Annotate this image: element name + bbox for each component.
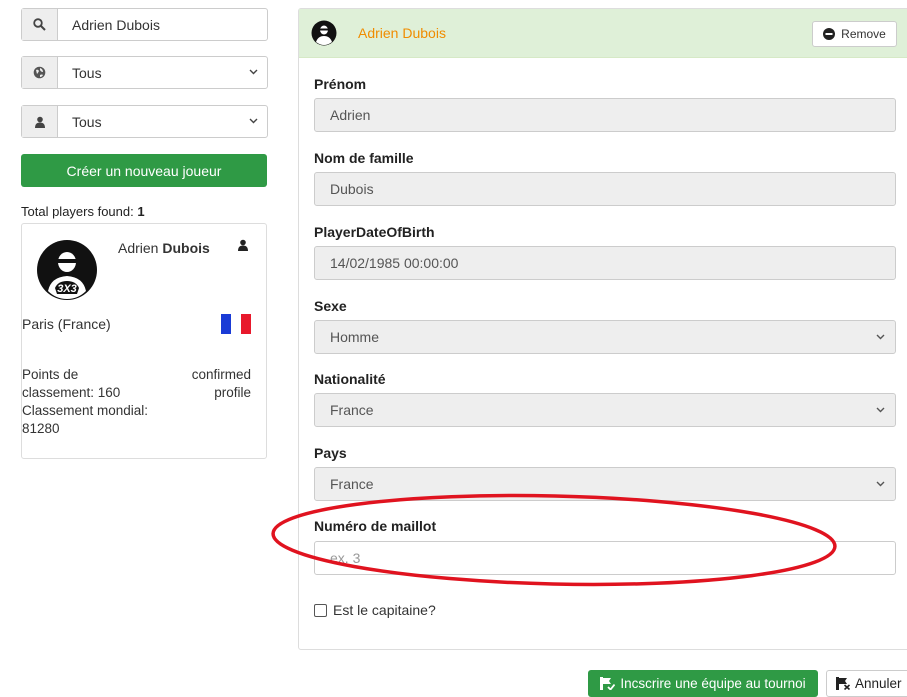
avatar (311, 20, 337, 46)
sex-label: Sexe (314, 298, 347, 314)
cancel-label: Annuler (855, 676, 902, 691)
cancel-icon (836, 677, 851, 690)
last-name-label: Nom de famille (314, 150, 414, 166)
create-player-button[interactable]: Créer un nouveau joueur (21, 154, 267, 187)
captain-label: Est le capitaine? (333, 602, 436, 618)
chevron-down-icon (876, 407, 885, 413)
register-team-button[interactable]: Incscrire une équipe au tournoi (588, 670, 818, 697)
minus-circle-icon (823, 28, 836, 40)
player-ranking: Classement mondial: 81280 (22, 403, 149, 436)
search-icon (22, 9, 58, 40)
nationality-select[interactable]: France (314, 393, 896, 427)
chevron-down-icon (876, 334, 885, 340)
chevron-down-icon (249, 69, 258, 75)
remove-label: Remove (841, 27, 886, 41)
player-card-first-name: Adrien (118, 240, 159, 256)
results-label: Total players found: (21, 204, 134, 219)
sex-select[interactable]: Homme (314, 320, 896, 354)
dob-label: PlayerDateOfBirth (314, 224, 435, 240)
country-select-value: Tous (72, 64, 102, 81)
captain-checkbox[interactable] (314, 603, 327, 617)
cancel-button[interactable]: Annuler (826, 670, 907, 697)
panel-player-name: Adrien Dubois (358, 25, 446, 41)
gender-filter[interactable]: Tous (21, 105, 268, 138)
dob-input[interactable]: 14/02/1985 00:00:00 (314, 246, 896, 280)
globe-icon (22, 57, 58, 88)
first-name-value: Adrien (330, 107, 371, 123)
player-points: Points de classement: 160 (22, 367, 121, 400)
results-count: Total players found: 1 (21, 204, 145, 219)
chevron-down-icon (249, 118, 258, 124)
player-location: Paris (France) (22, 316, 111, 332)
remove-button[interactable]: Remove (812, 21, 897, 47)
first-name-label: Prénom (314, 76, 367, 92)
annotation-ellipse (271, 493, 837, 587)
chevron-down-icon (876, 481, 885, 487)
panel-header: Adrien Dubois Remove (299, 9, 907, 58)
sex-value: Homme (330, 329, 380, 345)
profile-status: confirmed profile (191, 367, 251, 400)
country-select[interactable]: Tous (58, 57, 267, 88)
player-card-name[interactable]: Adrien Dubois (118, 240, 210, 256)
captain-option[interactable]: Est le capitaine? (314, 602, 436, 618)
register-icon (600, 677, 616, 690)
dob-value: 14/02/1985 00:00:00 (330, 255, 459, 271)
user-icon (22, 106, 58, 137)
results-number: 1 (137, 204, 145, 219)
search-input[interactable]: Adrien Dubois (58, 9, 267, 40)
gender-select[interactable]: Tous (58, 106, 267, 137)
register-team-label: Incscrire une équipe au tournoi (620, 676, 806, 691)
country-filter[interactable]: Tous (21, 56, 268, 89)
player-card[interactable]: 3X3 Adrien Dubois Paris (France) Points … (21, 223, 267, 459)
nationality-label: Nationalité (314, 371, 386, 387)
user-icon (237, 238, 249, 254)
gender-select-value: Tous (72, 113, 102, 130)
avatar-logo: 3X3 (57, 283, 77, 295)
last-name-value: Dubois (330, 181, 374, 197)
search-field[interactable]: Adrien Dubois (21, 8, 268, 41)
nationality-value: France (330, 402, 374, 418)
france-flag-icon (221, 314, 251, 334)
country-label: Pays (314, 445, 347, 461)
avatar: 3X3 (36, 239, 98, 301)
first-name-input[interactable]: Adrien (314, 98, 896, 132)
last-name-input[interactable]: Dubois (314, 172, 896, 206)
player-card-last-name: Dubois (162, 240, 210, 256)
